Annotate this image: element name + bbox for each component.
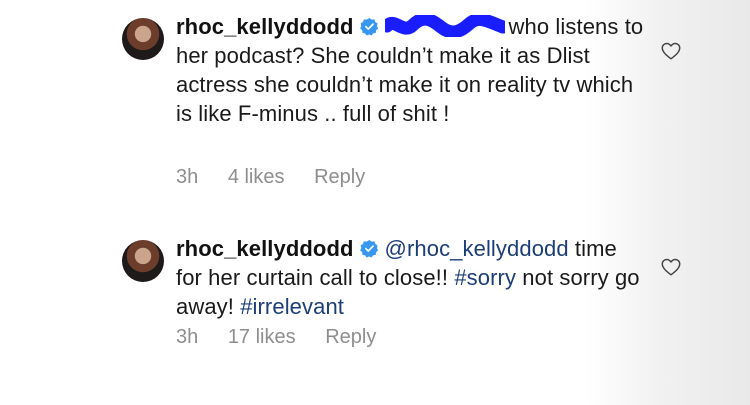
hashtag-link[interactable]: #sorry [454,265,516,290]
verified-badge-icon [359,239,378,258]
reply-button[interactable]: Reply [314,166,365,188]
comment-time: 3h [176,326,199,348]
avatar[interactable] [122,18,164,60]
heart-outline-icon[interactable] [660,256,682,278]
comments-panel: rhoc_kellyddodd who listens to her podca… [0,0,750,405]
comment-item: rhoc_kellyddodd @rhoc_kellyddodd time fo… [0,222,750,382]
redacted-mention-mark [380,12,510,39]
comment-username[interactable]: rhoc_kellyddodd [176,14,354,39]
comment-meta: 3h 4 likes Reply [176,166,389,189]
comment-item: rhoc_kellyddodd who listens to her podca… [0,0,750,210]
comment-likes[interactable]: 17 likes [228,326,296,348]
comment-body: rhoc_kellyddodd who listens to her podca… [176,12,646,128]
heart-outline-icon[interactable] [660,40,682,62]
avatar[interactable] [122,240,164,282]
verified-badge-icon [359,17,378,36]
comment-username[interactable]: rhoc_kellyddodd [176,236,354,261]
reply-button[interactable]: Reply [325,326,376,348]
comment-likes[interactable]: 4 likes [228,166,285,188]
mention-link[interactable]: @rhoc_kellyddodd [385,236,569,261]
comment-body: rhoc_kellyddodd @rhoc_kellyddodd time fo… [176,234,646,321]
comment-meta: 3h 17 likes Reply [176,326,400,349]
comment-time: 3h [176,166,199,188]
hashtag-link[interactable]: #irrelevant [240,294,344,319]
